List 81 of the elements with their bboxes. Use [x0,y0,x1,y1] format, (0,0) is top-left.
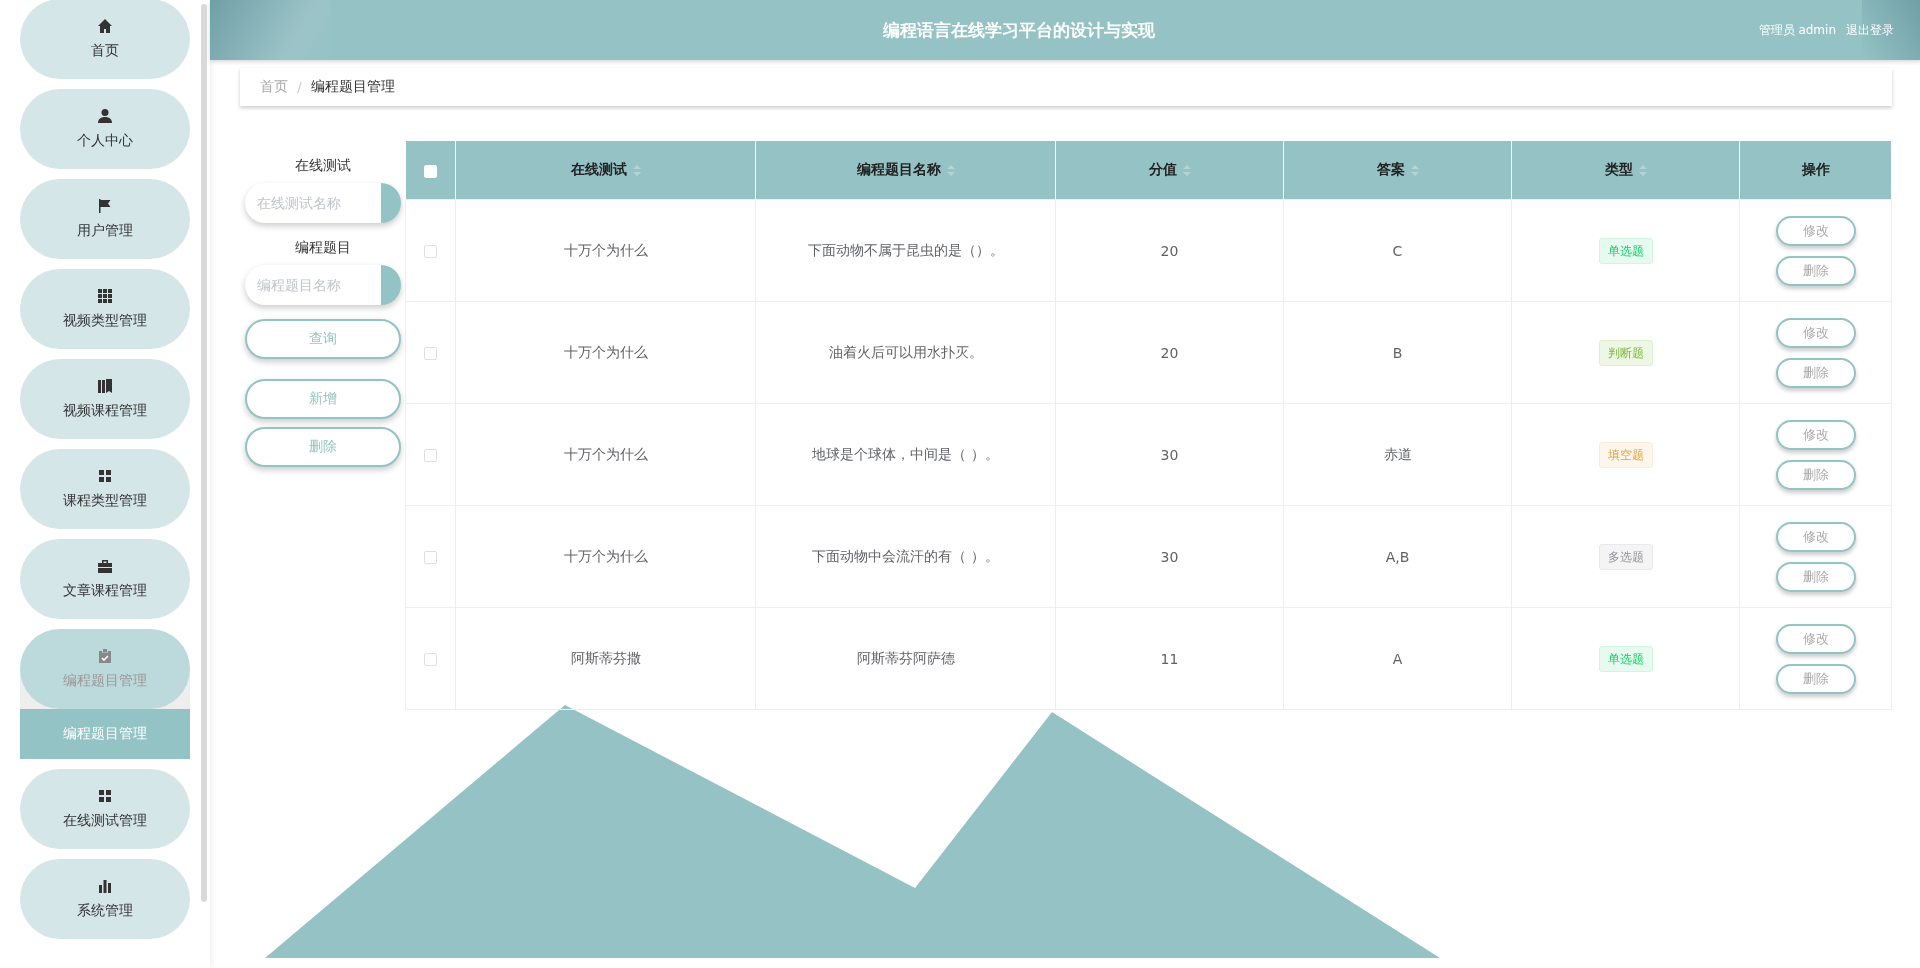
edit-button[interactable]: 修改 [1775,419,1856,450]
breadcrumb-item[interactable]: 首页 [260,78,288,96]
row-checkbox[interactable] [424,653,437,666]
field-label: 在线测试 [295,157,351,175]
table-cell: C [1283,199,1512,302]
sidebar-item[interactable]: 编程题目管理 [20,629,190,709]
logout-link[interactable]: 退出登录 [1846,21,1894,39]
query-button[interactable]: 查询 [245,319,401,359]
edit-button[interactable]: 修改 [1775,521,1856,552]
book-icon [97,378,113,394]
sidebar-item[interactable]: 视频类型管理 [20,269,190,349]
bar-chart-icon [97,878,113,894]
briefcase-icon [97,558,113,574]
table-cell: 下面动物不属于昆虫的是（）。 [755,199,1056,302]
add-button[interactable]: 新增 [245,379,401,419]
table-cell: 30 [1055,505,1284,608]
table-cell: 阿斯蒂芬撒 [455,607,756,710]
breadcrumb-separator: / [297,79,302,95]
edit-button[interactable]: 修改 [1775,317,1856,348]
grid-icon [97,468,113,484]
table-cell: B [1283,301,1512,404]
delete-button[interactable]: 删除 [245,427,401,467]
column-header[interactable]: 分值 [1148,161,1177,179]
table-cell: 20 [1055,301,1284,404]
delete-button[interactable]: 删除 [1775,663,1856,694]
table-cell: 阿斯蒂芬阿萨德 [755,607,1056,710]
column-header[interactable]: 编程题目名称 [856,161,941,179]
page-title: 编程语言在线学习平台的设计与实现 [882,18,1157,42]
flag-icon [97,198,113,214]
edit-button[interactable]: 修改 [1775,215,1856,246]
type-tag: 判断题 [1598,339,1653,366]
sidebar-item[interactable]: 在线测试管理 [20,769,190,849]
sidebar-item[interactable]: 个人中心 [20,89,190,169]
delete-button[interactable]: 删除 [1775,561,1856,592]
clipboard-icon [97,648,113,664]
field-label: 编程题目 [295,239,351,257]
table-cell: 下面动物中会流汗的有（ ）。 [755,505,1056,608]
column-header: 操作 [1801,161,1830,179]
sidebar-item[interactable]: 首页 [20,0,190,79]
table-cell: 30 [1055,403,1284,506]
table-cell: 20 [1055,199,1284,302]
row-checkbox[interactable] [424,347,437,360]
table-cell: A,B [1283,505,1512,608]
table-cell: 十万个为什么 [455,199,756,302]
table-cell: A [1283,607,1512,710]
search-field[interactable]: 在线测试名称 [245,183,401,223]
sidebar-item[interactable]: 课程类型管理 [20,449,190,529]
table-cell: 赤道 [1283,403,1512,506]
home-icon [97,18,113,34]
edit-button[interactable]: 修改 [1775,623,1856,654]
grid-icon [97,788,113,804]
column-header[interactable]: 答案 [1376,161,1405,179]
row-checkbox[interactable] [424,449,437,462]
user-icon [97,108,113,124]
delete-button[interactable]: 删除 [1775,357,1856,388]
search-field[interactable]: 编程题目名称 [245,265,401,305]
grid-icon [97,288,113,304]
table-cell: 十万个为什么 [455,403,756,506]
type-tag: 填空题 [1598,441,1653,468]
column-header[interactable]: 在线测试 [570,161,627,179]
submenu-item[interactable]: 编程题目管理 [20,709,190,759]
type-tag: 单选题 [1598,237,1653,264]
select-all-checkbox[interactable] [423,164,437,178]
table-cell: 地球是个球体，中间是（ ）。 [755,403,1056,506]
table-cell: 油着火后可以用水扑灭。 [755,301,1056,404]
row-checkbox[interactable] [424,245,437,258]
delete-button[interactable]: 删除 [1775,255,1856,286]
breadcrumb-item: 编程题目管理 [310,78,395,96]
user-label: 管理员 admin [1758,21,1836,39]
table-cell: 11 [1055,607,1284,710]
row-checkbox[interactable] [424,551,437,564]
sidebar-item[interactable]: 系统管理 [20,859,190,939]
table-cell: 十万个为什么 [455,505,756,608]
table-cell: 十万个为什么 [455,301,756,404]
sidebar-item[interactable]: 视频课程管理 [20,359,190,439]
type-tag: 多选题 [1598,543,1653,570]
sidebar-item[interactable]: 用户管理 [20,179,190,259]
delete-button[interactable]: 删除 [1775,459,1856,490]
sidebar-item[interactable]: 文章课程管理 [20,539,190,619]
type-tag: 单选题 [1598,645,1653,672]
column-header[interactable]: 类型 [1604,161,1633,179]
